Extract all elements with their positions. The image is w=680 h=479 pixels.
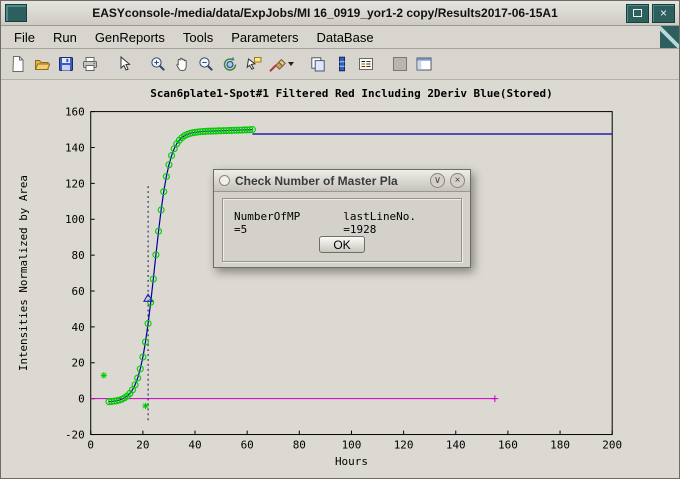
brush-button[interactable] [266,52,296,76]
y-tick-label: 120 [65,177,85,190]
minimize-icon [633,9,642,17]
edit-plot-button[interactable] [112,52,136,76]
menu-item-tools[interactable]: Tools [174,28,222,47]
copy-figure-button[interactable] [306,52,330,76]
show-plot-tools-button[interactable] [412,52,436,76]
titlebar[interactable]: EASYconsole-/media/data/ExpJobs/MI 16_09… [1,1,679,26]
toolbar-group [146,52,296,76]
menu-item-run[interactable]: Run [44,28,86,47]
rotate-3d-icon [221,55,239,73]
y-tick-label: 140 [65,141,85,154]
app-window: EASYconsole-/media/data/ExpJobs/MI 16_09… [0,0,680,479]
menu-item-database[interactable]: DataBase [307,28,382,47]
insert-legend-icon [357,55,375,73]
axes-box [91,112,612,435]
series-outlier-points-marker [142,403,148,409]
window-minimize-button[interactable] [626,4,649,23]
new-file-button[interactable] [6,52,30,76]
pan-icon [173,55,191,73]
window-title: EASYconsole-/media/data/ExpJobs/MI 16_09… [27,6,623,20]
x-tick-label: 40 [188,438,201,451]
toolbar-group [112,52,136,76]
zoom-in-icon [149,55,167,73]
menu-item-genreports[interactable]: GenReports [86,28,174,47]
x-tick-label: 0 [87,438,94,451]
dialog-content-panel: NumberOfMP =5 lastLineNo. =1928 OK [222,198,462,262]
dialog-titlebar[interactable]: Check Number of Master Pla ∨ × [214,170,470,192]
insert-legend-button[interactable] [354,52,378,76]
y-tick-label: -20 [65,429,85,442]
x-tick-label: 120 [394,438,414,451]
y-tick-label: 160 [65,106,85,119]
x-tick-label: 80 [293,438,306,451]
y-tick-label: 100 [65,213,85,226]
y-tick-label: 0 [78,393,85,406]
insert-colorbar-button[interactable] [330,52,354,76]
zoom-out-icon [197,55,215,73]
insert-colorbar-icon [333,55,351,73]
x-axis-label: Hours [335,455,368,468]
window-close-button[interactable]: × [652,4,675,23]
show-plot-tools-icon [415,55,433,73]
series-baseline-end-marker [491,395,498,402]
series-outlier-points-marker [101,372,107,378]
chart-title: Scan6plate1-Spot#1 Filtered Red Includin… [150,87,552,100]
y-tick-label: 80 [72,249,85,262]
print-icon [81,55,99,73]
x-tick-label: 20 [136,438,149,451]
x-tick-label: 200 [602,438,622,451]
data-cursor-icon [245,55,263,73]
toolbar-group [6,52,102,76]
dialog-collapse-button[interactable]: ∨ [430,173,445,188]
dialog-message: NumberOfMP =5 lastLineNo. =1928 [232,210,452,236]
open-folder-button[interactable] [30,52,54,76]
chart-svg[interactable]: 020406080100120140160180200-200204060801… [1,80,679,478]
zoom-in-button[interactable] [146,52,170,76]
brush-icon [268,55,286,73]
menu-item-file[interactable]: File [5,28,44,47]
y-tick-label: 60 [72,285,85,298]
zoom-out-button[interactable] [194,52,218,76]
dialog-title: Check Number of Master Pla [235,174,425,188]
close-icon: × [660,7,667,19]
dialog-check-number-of-master-plates: Check Number of Master Pla ∨ × NumberOfM… [213,169,471,268]
y-axis-label: Intensities Normalized by Area [17,175,30,371]
new-file-icon [9,55,27,73]
hide-plot-tools-button[interactable] [388,52,412,76]
app-icon[interactable] [5,4,27,22]
open-folder-icon [33,55,51,73]
menu-grip-icon [660,26,679,48]
y-tick-label: 20 [72,357,85,370]
dialog-close-button[interactable]: × [450,173,465,188]
menu-item-parameters[interactable]: Parameters [222,28,307,47]
figure-area: 020406080100120140160180200-200204060801… [1,80,679,478]
x-tick-label: 160 [498,438,518,451]
rotate-3d-button[interactable] [218,52,242,76]
x-tick-label: 180 [550,438,570,451]
x-tick-label: 140 [446,438,466,451]
dialog-field-lastlineno: lastLineNo. =1928 [343,210,452,236]
dialog-ok-button[interactable]: OK [319,236,365,253]
dialog-field-numberofmp: NumberOfMP =5 [234,210,317,236]
print-button[interactable] [78,52,102,76]
data-cursor-button[interactable] [242,52,266,76]
toolbar-group [388,52,436,76]
y-tick-label: 40 [72,321,85,334]
copy-figure-icon [309,55,327,73]
save-button[interactable] [54,52,78,76]
x-tick-label: 60 [241,438,254,451]
toolbar-group [306,52,378,76]
toolbar [1,49,679,80]
pan-button[interactable] [170,52,194,76]
brush-dropdown-icon[interactable] [288,62,294,66]
hide-plot-tools-icon [391,55,409,73]
menu-bar: FileRunGenReportsToolsParametersDataBase [1,26,679,49]
x-tick-label: 100 [342,438,362,451]
edit-plot-icon [115,55,133,73]
save-icon [57,55,75,73]
dialog-icon [219,175,230,186]
